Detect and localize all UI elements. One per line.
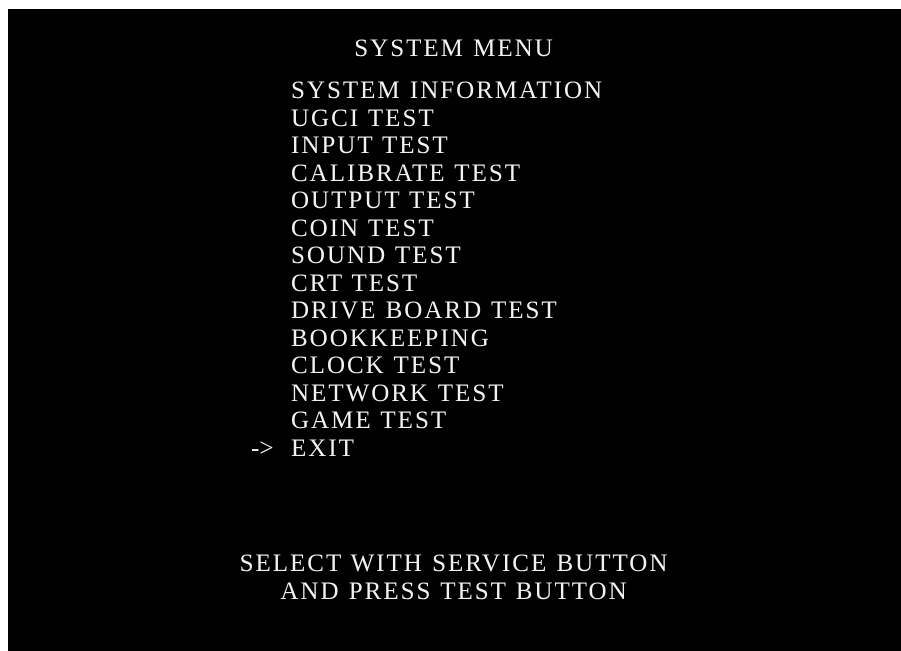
menu-item-calibrate-test[interactable]: CALIBRATE TEST [291, 160, 604, 188]
menu-item-sound-test[interactable]: SOUND TEST [291, 242, 604, 270]
menu-item-label: CRT TEST [291, 269, 420, 297]
menu-item-label: UGCI TEST [291, 104, 436, 132]
menu-item-crt-test[interactable]: CRT TEST [291, 270, 604, 298]
instructions: SELECT WITH SERVICE BUTTON AND PRESS TES… [8, 550, 901, 606]
menu-item-ugci-test[interactable]: UGCI TEST [291, 105, 604, 133]
menu-item-drive-board-test[interactable]: DRIVE BOARD TEST [291, 297, 604, 325]
selection-cursor-arrow-icon: -> [251, 434, 274, 462]
menu-item-label: COIN TEST [291, 214, 436, 242]
menu-item-coin-test[interactable]: COIN TEST [291, 215, 604, 243]
system-menu-screen: SYSTEM MENU SYSTEM INFORMATION UGCI TEST… [8, 9, 901, 651]
menu-item-label: CALIBRATE TEST [291, 159, 523, 187]
menu-item-label: GAME TEST [291, 407, 449, 434]
menu-item-network-test[interactable]: NETWORK TEST [291, 380, 604, 408]
menu-item-bookkeeping[interactable]: BOOKKEEPING [291, 325, 604, 353]
page-title: SYSTEM MENU [354, 35, 555, 62]
instruction-line-2: AND PRESS TEST BUTTON [280, 578, 629, 605]
menu-item-output-test[interactable]: OUTPUT TEST [291, 187, 604, 215]
menu-item-label: DRIVE BOARD TEST [291, 297, 559, 324]
menu-item-label: NETWORK TEST [291, 379, 506, 407]
menu-item-label: SOUND TEST [291, 242, 463, 269]
instruction-line-1: SELECT WITH SERVICE BUTTON [239, 550, 670, 577]
menu-item-label: SYSTEM INFORMATION [291, 77, 605, 104]
menu-item-label: CLOCK TEST [291, 352, 462, 379]
menu-item-label: INPUT TEST [291, 132, 450, 159]
menu-item-label: EXIT [291, 434, 356, 462]
menu-item-clock-test[interactable]: CLOCK TEST [291, 352, 604, 380]
menu-item-input-test[interactable]: INPUT TEST [291, 132, 604, 160]
menu-item-label: OUTPUT TEST [291, 187, 477, 214]
menu-item-system-information[interactable]: SYSTEM INFORMATION [291, 77, 604, 105]
menu-list: SYSTEM INFORMATION UGCI TEST INPUT TEST … [251, 77, 604, 463]
menu-item-exit[interactable]: -> EXIT [251, 434, 604, 463]
menu-item-label: BOOKKEEPING [291, 324, 491, 352]
menu-item-game-test[interactable]: GAME TEST [291, 407, 604, 435]
